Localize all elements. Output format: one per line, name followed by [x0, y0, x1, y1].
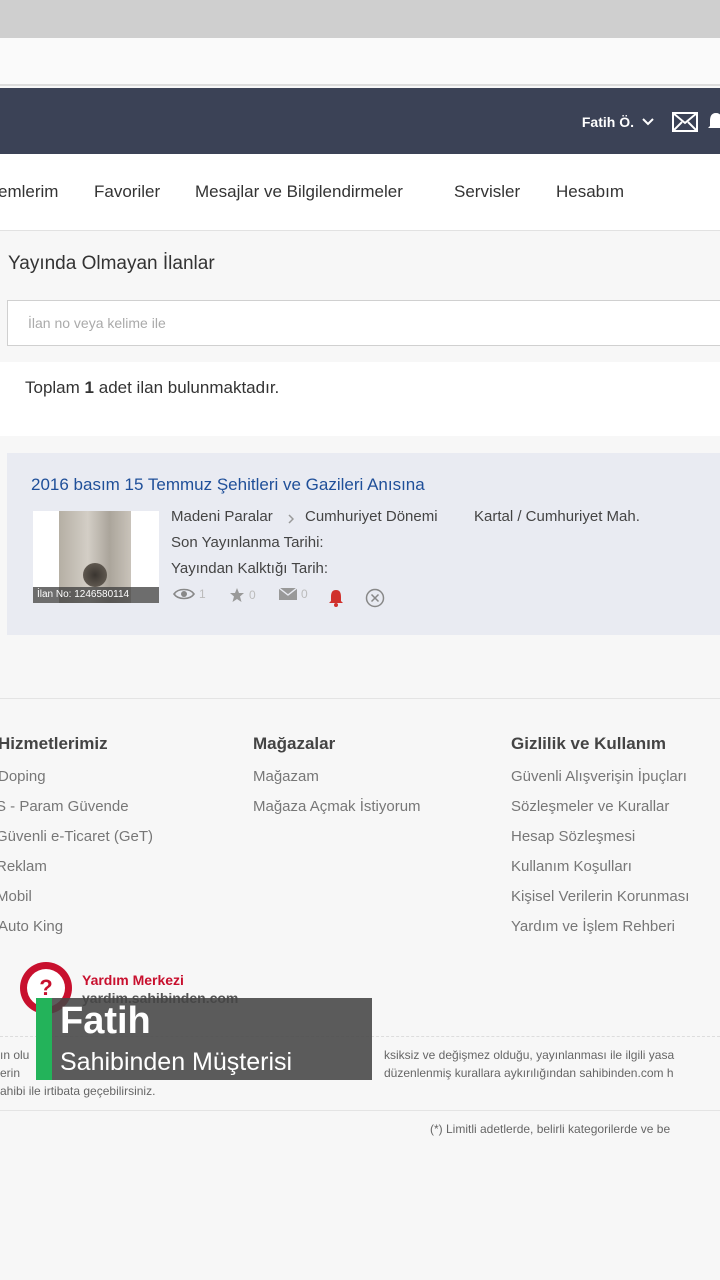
chevron-down-icon [642, 118, 654, 126]
messages-count: 0 [301, 587, 308, 601]
footer-link[interactable]: Mağaza Açmak İstiyorum [253, 798, 421, 815]
category-breadcrumb-1: Madeni Paralar [171, 508, 273, 525]
footer-link[interactable]: Reklam [0, 858, 47, 875]
views-count: 1 [199, 587, 206, 601]
favorites-count: 0 [249, 588, 256, 602]
tab-hesabim[interactable]: Hesabım [556, 182, 624, 202]
total-prefix: Toplam [25, 378, 80, 397]
disclaimer-text: ahibi ile irtibata geçebilirsiniz. [0, 1084, 156, 1098]
messages-stat: 0 [279, 587, 308, 601]
footer-link[interactable]: Kullanım Koşulları [511, 858, 632, 875]
views-stat: 1 [173, 587, 206, 601]
footer-divider [0, 1110, 720, 1111]
removed-date-label: Yayından Kalktığı Tarih: [171, 560, 329, 577]
footer-link[interactable]: Sözleşmeler ve Kurallar [511, 798, 669, 815]
listing-title-link[interactable]: 2016 basım 15 Temmuz Şehitleri ve Gazile… [31, 475, 425, 495]
listing-item: 2016 basım 15 Temmuz Şehitleri ve Gazile… [7, 453, 720, 635]
remove-circle-icon[interactable] [365, 588, 385, 608]
category-breadcrumb-2: Cumhuriyet Dönemi [305, 508, 438, 525]
disclaimer-text: ın olu [0, 1048, 30, 1062]
footer-link[interactable]: S - Param Güvende [0, 798, 129, 815]
search-input[interactable] [8, 301, 720, 345]
listing-location: Kartal / Cumhuriyet Mah. [474, 508, 640, 525]
ilan-no-label: İlan No: 1246580114 [33, 587, 159, 603]
browser-frame-top [0, 0, 720, 38]
coin-image [83, 563, 107, 587]
footer-col-title-stores: Mağazalar [253, 734, 336, 753]
footer-link[interactable]: Kişisel Verilerin Korunması [511, 888, 689, 905]
caption-name: Fatih [60, 1000, 151, 1042]
disclaimer-text: düzenlenmiş kurallara aykırılığından sah… [384, 1066, 674, 1080]
tab-mesajlar[interactable]: Mesajlar ve Bilgilendirmeler [195, 182, 403, 202]
footer-col-title-services: Hizmetlerimiz [0, 734, 108, 753]
footer-col-title-privacy: Gizlilik ve Kullanım [511, 734, 666, 753]
disclaimer-text: ksiksiz ve değişmez olduğu, yayınlanması… [384, 1048, 675, 1062]
envelope-icon [279, 588, 297, 600]
footer-link[interactable]: Yardım ve İşlem Rehberi [511, 918, 675, 935]
limit-note: (*) Limitli adetlerde, belirli kategoril… [430, 1122, 671, 1136]
user-name: Fatih Ö. [581, 114, 634, 130]
footer-link[interactable]: Auto King [0, 918, 63, 935]
footer-link[interactable]: Doping [0, 768, 46, 785]
last-published-label: Son Yayınlanma Tarihi: [171, 534, 324, 551]
total-count: 1 [84, 378, 95, 397]
caption-role: Sahibinden Müşterisi [60, 1048, 293, 1076]
listing-thumbnail[interactable]: İlan No: 1246580114 [33, 511, 159, 603]
alarm-bell-icon[interactable] [328, 589, 344, 607]
footer-link[interactable]: Hesap Sözleşmesi [511, 828, 635, 845]
footer-link[interactable]: Mobil [0, 888, 32, 905]
footer-link[interactable]: Güvenli e-Ticaret (GeT) [0, 828, 153, 845]
caption-accent-bar [36, 998, 52, 1080]
total-count-panel: Toplam 1 adet ilan bulunmaktadır. [0, 362, 720, 436]
footer-link[interactable]: Güvenli Alışverişin İpuçları [511, 768, 687, 785]
user-menu[interactable]: Fatih Ö. [582, 114, 654, 130]
browser-address-bar [0, 38, 720, 86]
video-caption: Fatih Sahibinden Müşterisi [36, 998, 372, 1080]
help-center-title[interactable]: Yardım Merkezi [82, 972, 184, 988]
star-icon [230, 588, 244, 602]
total-count-text: Toplam 1 adet ilan bulunmaktadır. [25, 378, 279, 398]
notification-bell-icon[interactable] [706, 111, 720, 133]
tab-favoriler[interactable]: Favoriler [94, 182, 160, 202]
disclaimer-text: erin [0, 1066, 21, 1080]
top-navigation-bar: Fatih Ö. [0, 88, 720, 154]
footer-link[interactable]: Mağazam [253, 768, 319, 785]
chevron-right-icon [288, 514, 294, 524]
favorites-stat: 0 [229, 587, 256, 603]
eye-icon [173, 588, 195, 600]
tab-ilanlarim[interactable]: emlerim [0, 182, 58, 202]
footer-divider [0, 698, 720, 699]
account-tabs: emlerim Favoriler Mesajlar ve Bilgilendi… [0, 154, 720, 231]
mail-icon[interactable] [672, 112, 698, 132]
page-title: Yayında Olmayan İlanlar [8, 253, 215, 274]
total-suffix: adet ilan bulunmaktadır. [98, 378, 280, 397]
search-box [7, 300, 720, 346]
tab-servisler[interactable]: Servisler [454, 182, 520, 202]
